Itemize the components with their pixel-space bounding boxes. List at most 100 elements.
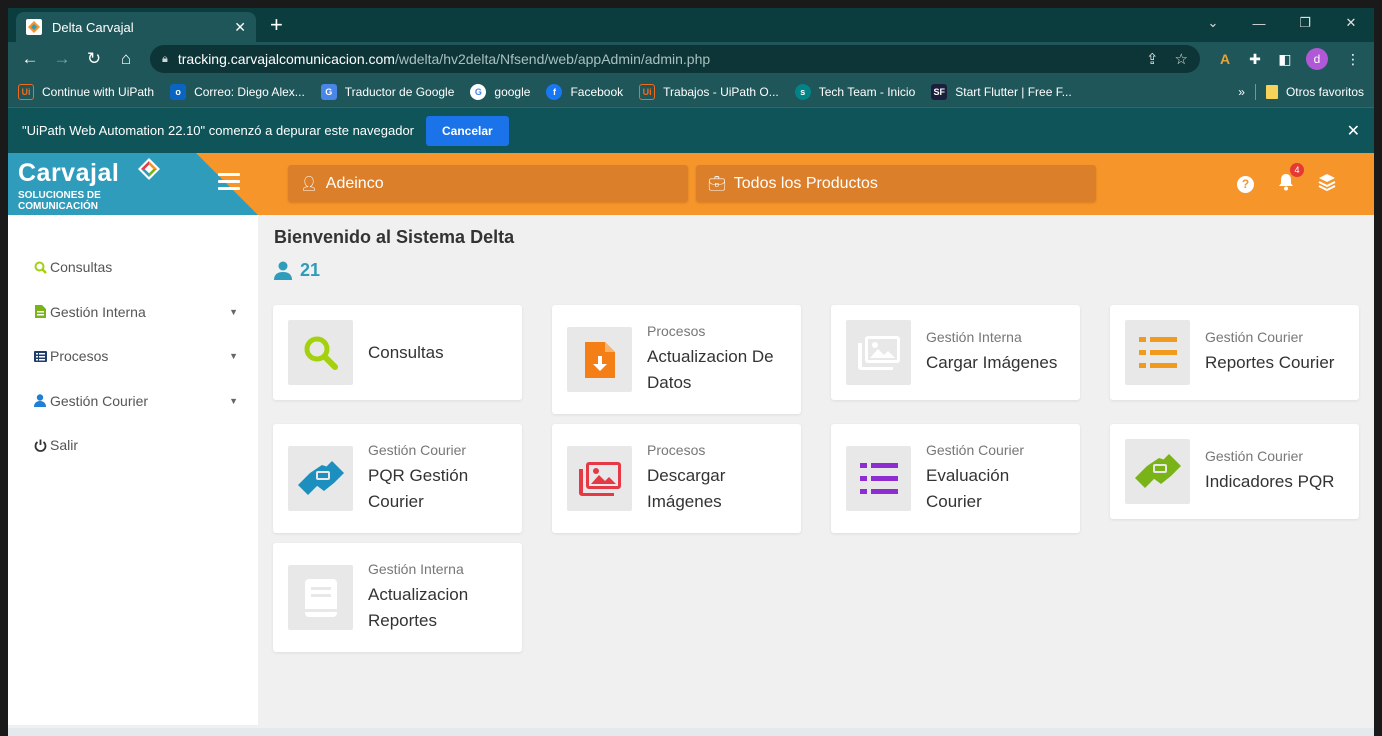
- card-cargar-imagenes[interactable]: Gestión Interna Cargar Imágenes: [831, 305, 1080, 400]
- menu-toggle-icon[interactable]: [218, 173, 240, 194]
- browser-window: Delta Carvajal ✕ + ⌄ — ❐ ✕ ← → ↻ ⌂ 🔒︎ tr…: [8, 8, 1374, 736]
- bookmarks-right: » Otros favoritos: [1238, 83, 1364, 100]
- product-selector[interactable]: 💼︎ Todos los Productos: [696, 165, 1096, 202]
- tab-close-icon[interactable]: ✕: [234, 19, 246, 36]
- card-evaluacion-courier[interactable]: Gestión Courier Evaluación Courier: [831, 424, 1080, 533]
- card-actualizacion-reportes[interactable]: Gestión Interna Actualizacion Reportes: [273, 543, 522, 652]
- extensions-puzzle-icon[interactable]: ✚: [1242, 46, 1268, 72]
- client-selector[interactable]: 👤︎ Adeinco: [288, 165, 688, 202]
- user-icon: [32, 394, 48, 408]
- sidebar-item-gestion-courier[interactable]: Gestión Courier ▼: [8, 379, 258, 424]
- url-path: /wdelta/hv2delta/Nfsend/web/appAdmin/adm…: [394, 51, 711, 67]
- reload-icon[interactable]: ↻: [80, 45, 108, 73]
- side-panel-icon[interactable]: ◧: [1272, 46, 1298, 72]
- other-bookmarks-folder[interactable]: Otros favoritos: [1265, 84, 1364, 99]
- user-count-value: 21: [300, 260, 321, 280]
- address-bar[interactable]: 🔒︎ tracking.carvajalcomunicacion.com/wde…: [150, 45, 1200, 73]
- list-alt-icon: [32, 350, 48, 362]
- sidebar-item-label: Procesos: [50, 348, 109, 365]
- bookmark-google[interactable]: G google: [470, 83, 531, 100]
- sidebar-item-label: Consultas: [50, 259, 113, 276]
- images-icon: [846, 320, 911, 385]
- cancel-debugging-button[interactable]: Cancelar: [426, 115, 509, 146]
- other-bookmarks-label: Otros favoritos: [1285, 84, 1364, 99]
- sidebar: Consultas Gestión Interna ▼ Procesos ▼ G…: [8, 215, 258, 725]
- bookmark-traductor[interactable]: G Traductor de Google: [320, 83, 454, 100]
- card-text: Gestión Courier Evaluación Courier: [926, 442, 1024, 515]
- sidebar-item-label: Salir: [50, 437, 79, 454]
- card-title: Reportes Courier: [1205, 353, 1335, 372]
- uipath-icon: Ui: [639, 83, 656, 100]
- app-header: Carvajal SOLUCIONES DE COMUNICACIÓN 👤︎ A…: [8, 153, 1374, 215]
- back-icon[interactable]: ←: [16, 45, 44, 73]
- card-title: Cargar Imágenes: [926, 353, 1058, 372]
- card-text: Consultas: [368, 340, 444, 366]
- card-title-line2: Courier: [926, 492, 982, 511]
- profile-avatar[interactable]: d: [1306, 48, 1328, 70]
- card-title: PQR Gestión: [368, 466, 469, 485]
- bookmark-tech-team[interactable]: s Tech Team - Inicio: [794, 83, 916, 100]
- bookmark-label: Facebook: [570, 84, 624, 99]
- card-reportes-courier[interactable]: Gestión Courier Reportes Courier: [1110, 305, 1359, 400]
- sf-icon: SF: [931, 83, 948, 100]
- bookmark-label: Continue with UiPath: [42, 84, 155, 99]
- bookmarks-overflow-icon[interactable]: »: [1238, 85, 1245, 99]
- card-text: Procesos Actualizacion De Datos: [647, 323, 774, 396]
- bookmark-star-icon[interactable]: ☆: [1175, 50, 1188, 68]
- sidebar-item-procesos[interactable]: Procesos ▼: [8, 334, 258, 379]
- bookmark-label: google: [494, 84, 531, 99]
- sharepoint-icon: s: [794, 83, 811, 100]
- acrobat-extension-icon[interactable]: A: [1212, 46, 1238, 72]
- app-body: Consultas Gestión Interna ▼ Procesos ▼ G…: [8, 215, 1374, 725]
- help-icon[interactable]: ?: [1237, 175, 1254, 193]
- card-title-line2: Courier: [368, 492, 424, 511]
- new-tab-icon[interactable]: +: [270, 12, 283, 38]
- card-indicadores-pqr[interactable]: Gestión Courier Indicadores PQR: [1110, 424, 1359, 519]
- infobar-close-icon[interactable]: ✕: [1347, 121, 1360, 141]
- chevron-down-icon: ▼: [229, 351, 238, 362]
- client-selector-label: Adeinco: [325, 174, 384, 192]
- browser-tab[interactable]: Delta Carvajal ✕: [16, 12, 256, 42]
- card-title-line2: Datos: [647, 373, 692, 392]
- card-text: Gestión Courier Indicadores PQR: [1205, 448, 1334, 495]
- sidebar-item-gestion-interna[interactable]: Gestión Interna ▼: [8, 290, 258, 335]
- bookmark-correo[interactable]: o Correo: Diego Alex...: [170, 83, 305, 100]
- forward-icon[interactable]: →: [48, 45, 76, 73]
- bookmark-trabajos-uipath[interactable]: Ui Trabajos - UiPath O...: [639, 83, 779, 100]
- bookmark-continue-uipath[interactable]: Ui Continue with UiPath: [18, 83, 155, 100]
- close-window-icon[interactable]: ✕: [1328, 8, 1374, 38]
- card-category: Procesos: [647, 323, 706, 339]
- card-consultas[interactable]: Consultas: [273, 305, 522, 400]
- sidebar-item-salir[interactable]: Salir: [8, 423, 258, 468]
- card-pqr-gestion-courier[interactable]: Gestión Courier PQR Gestión Courier: [273, 424, 522, 533]
- home-icon[interactable]: ⌂: [112, 45, 140, 73]
- card-category: Gestión Courier: [1205, 329, 1304, 345]
- card-actualizacion-datos[interactable]: Procesos Actualizacion De Datos: [552, 305, 801, 414]
- bookmark-label: Tech Team - Inicio: [818, 84, 916, 99]
- url-host: tracking.carvajalcomunicacion.com: [177, 51, 395, 67]
- card-category: Gestión Interna: [926, 329, 1022, 345]
- share-icon[interactable]: ⇪: [1146, 50, 1159, 68]
- card-category: Gestión Courier: [368, 442, 467, 458]
- card-title: Descargar: [647, 466, 726, 485]
- brand-sub-line1: SOLUCIONES DE: [18, 190, 101, 201]
- card-descargar-imagenes[interactable]: Procesos Descargar Imágenes: [552, 424, 801, 533]
- card-title: Evaluación: [926, 466, 1010, 485]
- layers-icon[interactable]: [1318, 173, 1336, 196]
- card-category: Gestión Interna: [368, 561, 464, 577]
- sidebar-item-consultas[interactable]: Consultas: [8, 245, 258, 290]
- facebook-icon: f: [546, 83, 563, 100]
- browser-menu-icon[interactable]: ⋮: [1340, 46, 1366, 72]
- brand-name: Carvajal: [18, 159, 120, 187]
- images-icon: [567, 446, 632, 511]
- bookmark-start-flutter[interactable]: SF Start Flutter | Free F...: [931, 83, 1072, 100]
- search-icon: [32, 261, 48, 274]
- bookmark-facebook[interactable]: f Facebook: [546, 83, 624, 100]
- minimize-icon[interactable]: —: [1236, 8, 1282, 38]
- tab-search-chevron-icon[interactable]: ⌄: [1190, 8, 1236, 38]
- bookmark-label: Start Flutter | Free F...: [955, 84, 1072, 99]
- restore-icon[interactable]: ❐: [1282, 8, 1328, 38]
- infobar-message: "UiPath Web Automation 22.10" comenzó a …: [22, 123, 415, 138]
- chevron-down-icon: ▼: [229, 395, 238, 406]
- bell-icon[interactable]: 4: [1278, 162, 1304, 196]
